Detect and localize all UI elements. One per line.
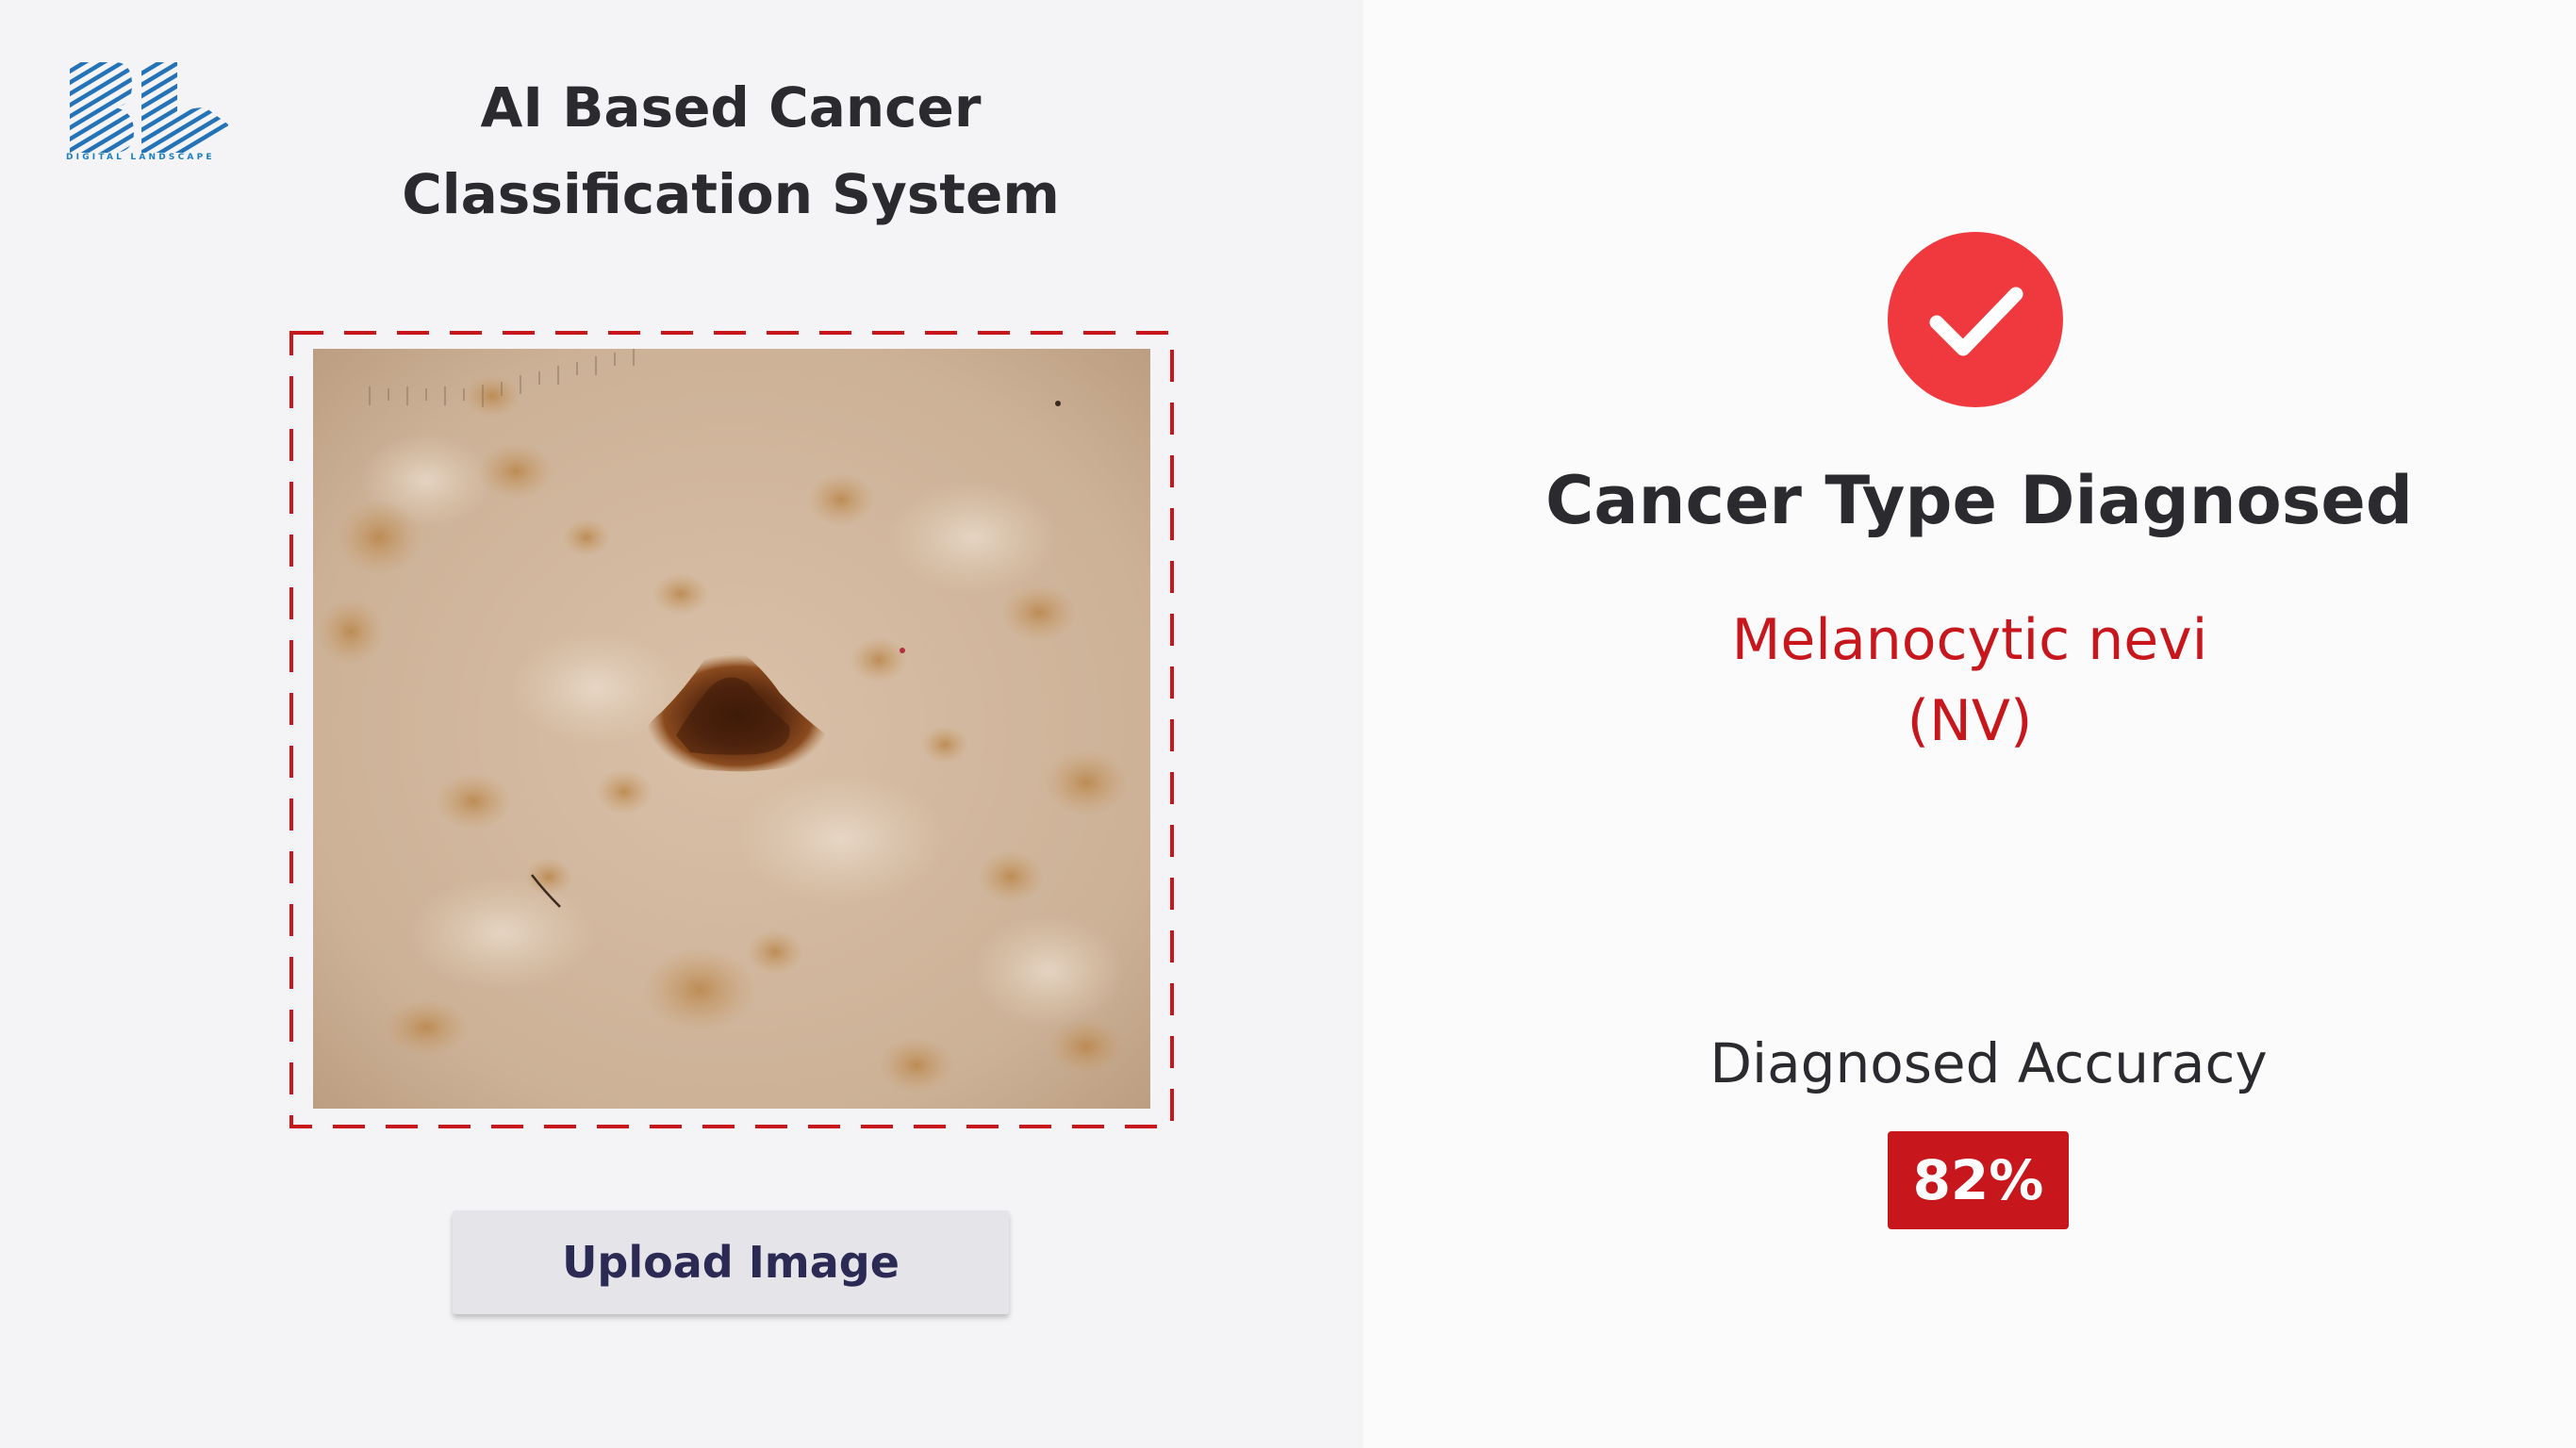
diagnosis-name: Melanocytic nevi xyxy=(1731,607,2208,673)
page-title: AI Based Cancer Classification System xyxy=(302,64,1160,238)
logo-text: DIGITAL LANDSCAPE xyxy=(66,153,215,162)
result-panel: Cancer Type Diagnosed Melanocytic nevi (… xyxy=(1363,0,2576,1448)
upload-panel: DIGITAL LANDSCAPE AI Based Cancer Classi… xyxy=(0,0,1363,1448)
accuracy-label: Diagnosed Accuracy xyxy=(1709,1031,2268,1095)
diagnosis-result: Melanocytic nevi (NV) xyxy=(1363,600,2576,762)
accuracy-badge: 82% xyxy=(1888,1131,2069,1229)
upload-image-button[interactable]: Upload Image xyxy=(453,1210,1009,1314)
result-heading: Cancer Type Diagnosed xyxy=(1545,462,2413,539)
diagnosis-code: (NV) xyxy=(1907,688,2033,754)
uploaded-skin-lesion-image xyxy=(313,349,1150,1109)
app-window: DIGITAL LANDSCAPE AI Based Cancer Classi… xyxy=(0,0,2576,1448)
digital-landscape-logo: DIGITAL LANDSCAPE xyxy=(66,58,228,170)
title-line-1: AI Based Cancer xyxy=(480,75,982,140)
title-line-2: Classification System xyxy=(402,162,1060,226)
image-drop-zone[interactable] xyxy=(289,330,1175,1129)
logo-mark-icon xyxy=(70,62,228,153)
checkmark-success-icon xyxy=(1888,232,2063,407)
